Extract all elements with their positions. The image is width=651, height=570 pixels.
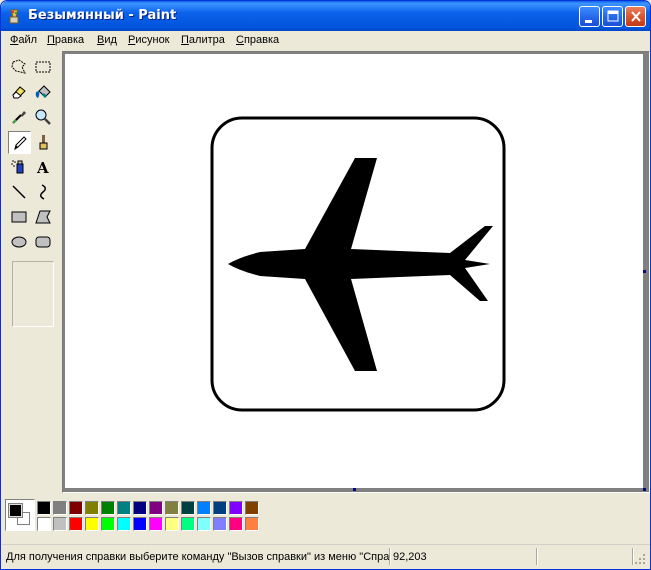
svg-text:A: A [36, 159, 49, 176]
tool-brush[interactable] [32, 131, 55, 154]
tool-magnifier[interactable] [32, 106, 55, 129]
tool-rect-select[interactable] [32, 56, 55, 79]
color-swatch[interactable] [117, 517, 131, 531]
color-swatch[interactable] [149, 517, 163, 531]
color-swatch[interactable] [133, 517, 147, 531]
color-palette [5, 499, 265, 535]
color-swatch[interactable] [37, 501, 51, 515]
color-swatch[interactable] [165, 517, 179, 531]
color-swatch[interactable] [213, 501, 227, 515]
maximize-button[interactable] [602, 6, 623, 27]
resize-grip-icon[interactable] [634, 553, 647, 566]
close-button[interactable] [625, 6, 646, 27]
rectangle-icon [11, 211, 27, 223]
color-swatch[interactable] [245, 517, 259, 531]
fill-bucket-icon [35, 85, 51, 98]
tool-fill[interactable] [32, 81, 55, 104]
line-icon [12, 185, 26, 199]
window-title: Безымянный - Paint [28, 8, 177, 23]
airplane-pictogram [210, 116, 506, 412]
rect-select-icon [35, 61, 51, 73]
airbrush-icon [11, 160, 24, 174]
curve-icon [40, 184, 46, 200]
tool-line[interactable] [8, 181, 31, 204]
brush-icon [39, 135, 48, 150]
magnifier-icon [35, 109, 51, 125]
tool-curve[interactable] [32, 181, 55, 204]
tool-box: A [5, 54, 61, 491]
color-swatch[interactable] [245, 501, 259, 515]
status-bar: Для получения справки выберите команду "… [2, 544, 650, 568]
status-coordinates: 92,203 [393, 551, 427, 563]
menu-image[interactable]: Рисунок [128, 34, 170, 46]
ellipse-icon [11, 236, 27, 248]
text-icon: A [36, 159, 49, 176]
color-swatch[interactable] [85, 501, 99, 515]
paint-window: Безымянный - Paint Файл Правка Вид Рисун… [0, 0, 651, 570]
current-colors-box[interactable] [5, 499, 35, 531]
tool-airbrush[interactable] [8, 156, 31, 179]
menu-bar: Файл Правка Вид Рисунок Палитра Справка [2, 31, 650, 50]
tool-rectangle[interactable] [8, 206, 31, 229]
tool-eraser[interactable] [8, 81, 31, 104]
resize-handle-right[interactable] [643, 270, 646, 273]
drawing-canvas[interactable] [65, 54, 643, 488]
tool-ellipse[interactable] [8, 231, 31, 254]
paint-app-icon[interactable] [7, 8, 23, 24]
pencil-icon [14, 136, 27, 151]
eraser-icon [12, 86, 26, 99]
free-form-select-icon [11, 59, 26, 74]
title-bar[interactable]: Безымянный - Paint [1, 1, 650, 31]
menu-file[interactable]: Файл [10, 34, 37, 46]
polygon-icon [35, 210, 51, 224]
color-swatch[interactable] [37, 517, 51, 531]
color-swatch[interactable] [149, 501, 163, 515]
tool-polygon[interactable] [32, 206, 55, 229]
color-swatch[interactable] [101, 501, 115, 515]
color-swatch[interactable] [133, 501, 147, 515]
canvas-scroll-area [62, 51, 650, 493]
color-swatch[interactable] [181, 501, 195, 515]
color-swatch[interactable] [229, 517, 243, 531]
tool-free-form-select[interactable] [8, 56, 31, 79]
minimize-button[interactable] [579, 6, 600, 27]
rounded-rect-icon [35, 236, 51, 248]
color-swatch[interactable] [117, 501, 131, 515]
tool-options-panel[interactable] [12, 261, 54, 327]
color-swatch[interactable] [85, 517, 99, 531]
maximize-icon [607, 10, 619, 22]
color-swatch[interactable] [69, 517, 83, 531]
resize-handle-corner[interactable] [643, 488, 646, 491]
tool-color-picker[interactable] [8, 106, 31, 129]
status-separator [536, 548, 538, 565]
color-swatch[interactable] [53, 501, 67, 515]
color-swatch[interactable] [69, 501, 83, 515]
color-swatch[interactable] [229, 501, 243, 515]
minimize-icon [585, 20, 592, 23]
tool-rounded-rect[interactable] [32, 231, 55, 254]
color-picker-icon [12, 111, 26, 124]
tool-text[interactable]: A [32, 156, 55, 179]
color-swatch[interactable] [53, 517, 67, 531]
foreground-color [8, 503, 23, 518]
color-swatch[interactable] [197, 501, 211, 515]
menu-view[interactable]: Вид [97, 34, 117, 46]
status-separator [389, 548, 391, 565]
tool-pencil[interactable] [8, 131, 31, 154]
close-icon [631, 11, 641, 22]
menu-colors[interactable]: Палитра [181, 34, 225, 46]
status-help-text: Для получения справки выберите команду "… [6, 551, 389, 563]
color-swatch[interactable] [181, 517, 195, 531]
menu-edit[interactable]: Правка [47, 34, 84, 46]
color-swatch[interactable] [213, 517, 227, 531]
color-swatch[interactable] [165, 501, 179, 515]
color-swatch[interactable] [101, 517, 115, 531]
color-swatch[interactable] [197, 517, 211, 531]
resize-handle-bottom[interactable] [353, 488, 356, 491]
menu-help[interactable]: Справка [236, 34, 279, 46]
